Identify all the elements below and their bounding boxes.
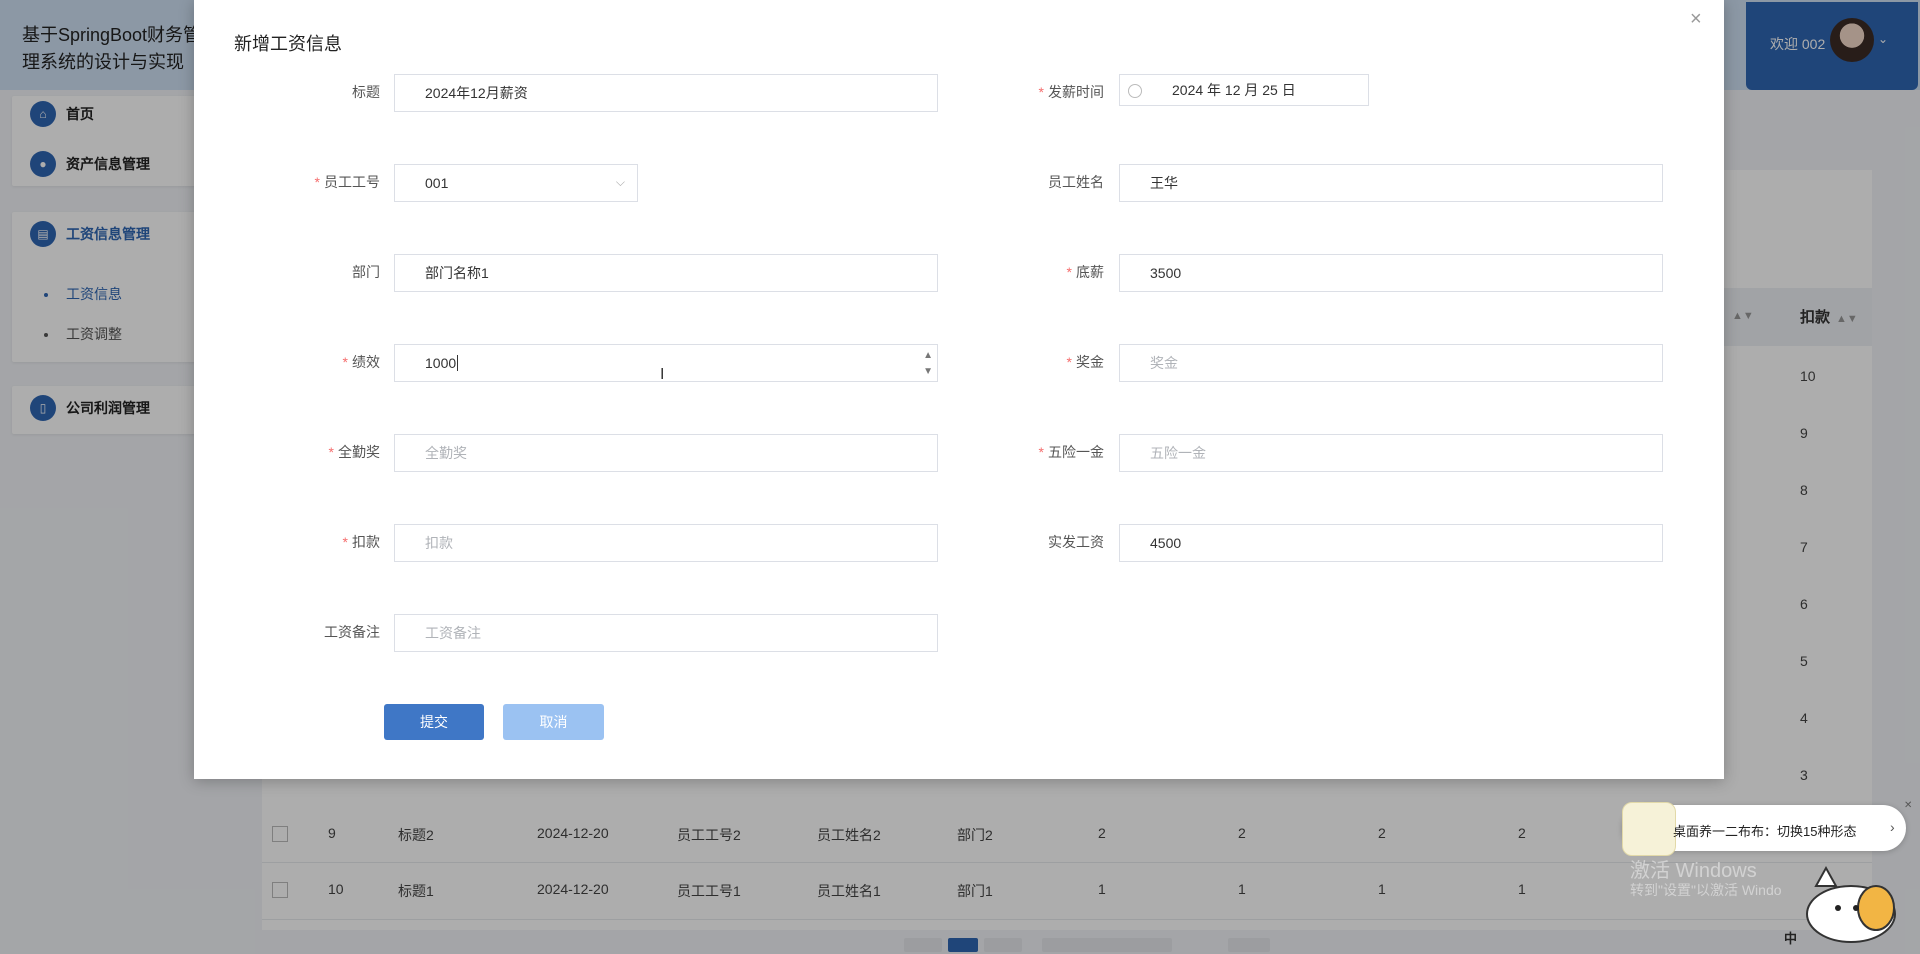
label-text: 扣款 [352,534,380,550]
activation-watermark-text: 转到"设置"以激活 Windo [1630,882,1782,898]
label-text: 发薪时间 [1048,84,1104,100]
input-value: 1000 [425,355,457,371]
select-value: 001 [425,175,449,191]
deduction-input[interactable]: 扣款 [394,524,938,562]
label-text: 标题 [352,84,380,100]
cancel-button[interactable]: 取消 [503,704,604,740]
decrement-icon[interactable]: ▼ [923,367,933,377]
bonus-input[interactable]: 奖金 [1119,344,1663,382]
dept-input[interactable]: 部门名称1 [394,254,938,292]
submit-button[interactable]: 提交 [384,704,484,740]
toast-text: 桌面养一二布布：切换15种形态 [1673,824,1857,839]
base-salary-label: * 底薪 [974,262,1104,282]
label-text: 奖金 [1076,354,1104,370]
insurance-label: * 五险一金 [974,442,1104,462]
required-mark: * [1066,354,1072,370]
emp-name-input[interactable]: 王华 [1119,164,1663,202]
add-salary-dialog: 新增工资信息 × 标题 2024年12月薪资 * 发薪时间 2024 年 12 月… [194,0,1724,779]
required-mark: * [328,444,334,460]
insurance-input[interactable]: 五险一金 [1119,434,1663,472]
performance-label: * 绩效 [250,352,380,372]
attendance-label: * 全勤奖 [250,442,380,462]
pet-thumbnail [1622,802,1676,856]
performance-number-input[interactable]: 1000 ▲ ▼ [394,344,938,382]
chevron-right-icon[interactable]: › [1890,819,1895,835]
label-text: 底薪 [1076,264,1104,280]
remark-input[interactable]: 工资备注 [394,614,938,652]
label-text: 部门 [352,264,380,280]
deduction-label: * 扣款 [250,532,380,552]
net-salary-input[interactable]: 4500 [1119,524,1663,562]
remark-label: 工资备注 [250,622,380,642]
chevron-down-icon: ⌵ [615,175,625,189]
dialog-title: 新增工资信息 [234,34,342,54]
label-text: 五险一金 [1048,444,1104,460]
desktop-pet-icon[interactable] [1796,856,1906,948]
label-text: 绩效 [352,354,380,370]
emp-no-label: * 员工工号 [250,172,380,192]
date-value: 2024 年 12 月 25 日 [1172,82,1296,98]
pay-time-label: * 发薪时间 [974,82,1104,102]
net-salary-label: 实发工资 [974,532,1104,552]
label-text: 实发工资 [1048,534,1104,550]
mouse-cursor-icon: I [660,366,665,383]
increment-icon[interactable]: ▲ [923,351,933,361]
label-text: 员工工号 [324,174,380,190]
required-mark: * [342,534,348,550]
clock-icon [1128,84,1142,98]
required-mark: * [314,174,320,190]
base-salary-input[interactable]: 3500 [1119,254,1663,292]
text-cursor [457,355,459,371]
dept-label: 部门 [250,262,380,282]
close-icon[interactable]: ✕ [1904,800,1912,811]
required-mark: * [1038,84,1044,100]
attendance-input[interactable]: 全勤奖 [394,434,938,472]
close-icon[interactable]: × [1690,8,1702,31]
emp-name-label: 员工姓名 [974,172,1104,192]
label-text: 工资备注 [324,624,380,640]
activation-watermark-title: 激活 Windows [1630,860,1757,882]
emp-no-select[interactable]: 001 ⌵ [394,164,638,202]
required-mark: * [1038,444,1044,460]
title-label: 标题 [250,82,380,102]
bonus-label: * 奖金 [974,352,1104,372]
required-mark: * [1066,264,1072,280]
label-text: 全勤奖 [338,444,380,460]
ime-indicator[interactable]: 中 [1784,928,1797,947]
required-mark: * [342,354,348,370]
title-input[interactable]: 2024年12月薪资 [394,74,938,112]
label-text: 员工姓名 [1048,174,1104,190]
pay-time-date-picker[interactable]: 2024 年 12 月 25 日 [1119,74,1369,106]
